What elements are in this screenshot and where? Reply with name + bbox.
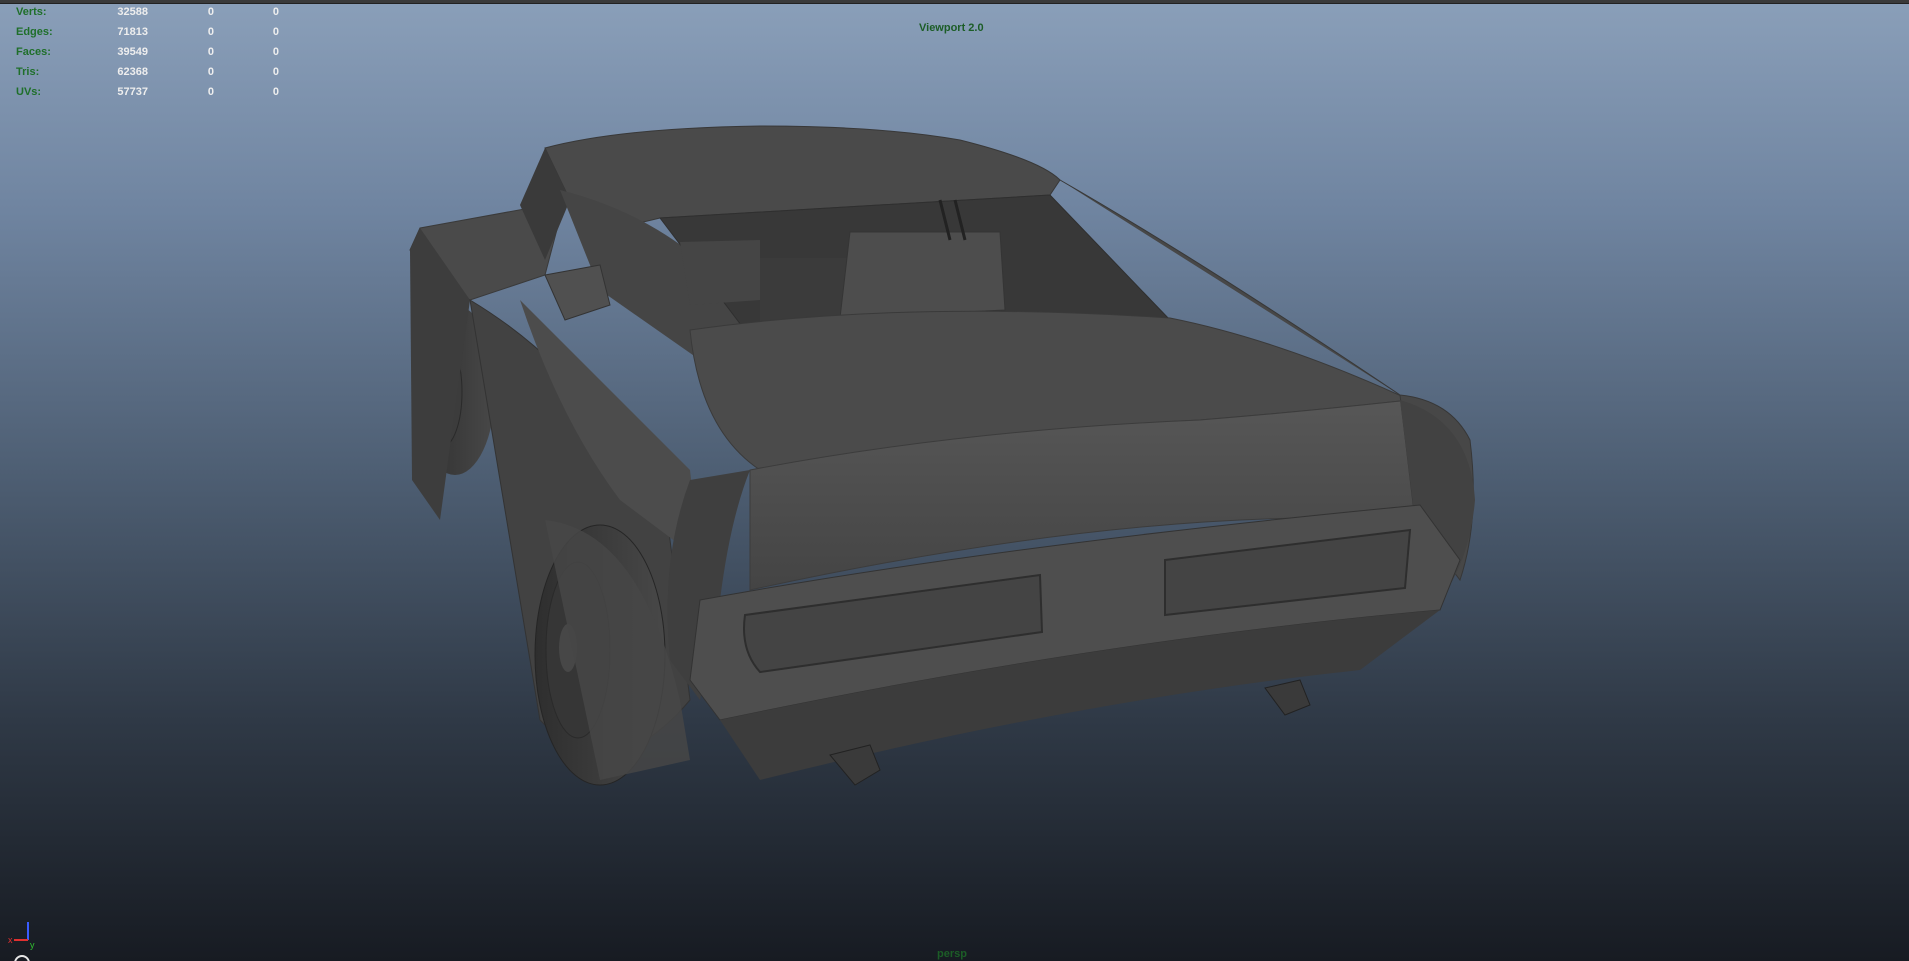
axis-y-label: y <box>30 940 35 950</box>
car-model[interactable] <box>0 0 1909 961</box>
3d-viewport[interactable]: Verts: 32588 0 0 Edges: 71813 0 0 Faces:… <box>0 0 1909 961</box>
axis-x-label: x <box>8 935 13 945</box>
axis-gizmo-icon: x y <box>8 922 35 950</box>
exhaust-right <box>1264 679 1311 716</box>
side-mirror <box>544 264 611 321</box>
camera-name-label: persp <box>937 948 967 960</box>
